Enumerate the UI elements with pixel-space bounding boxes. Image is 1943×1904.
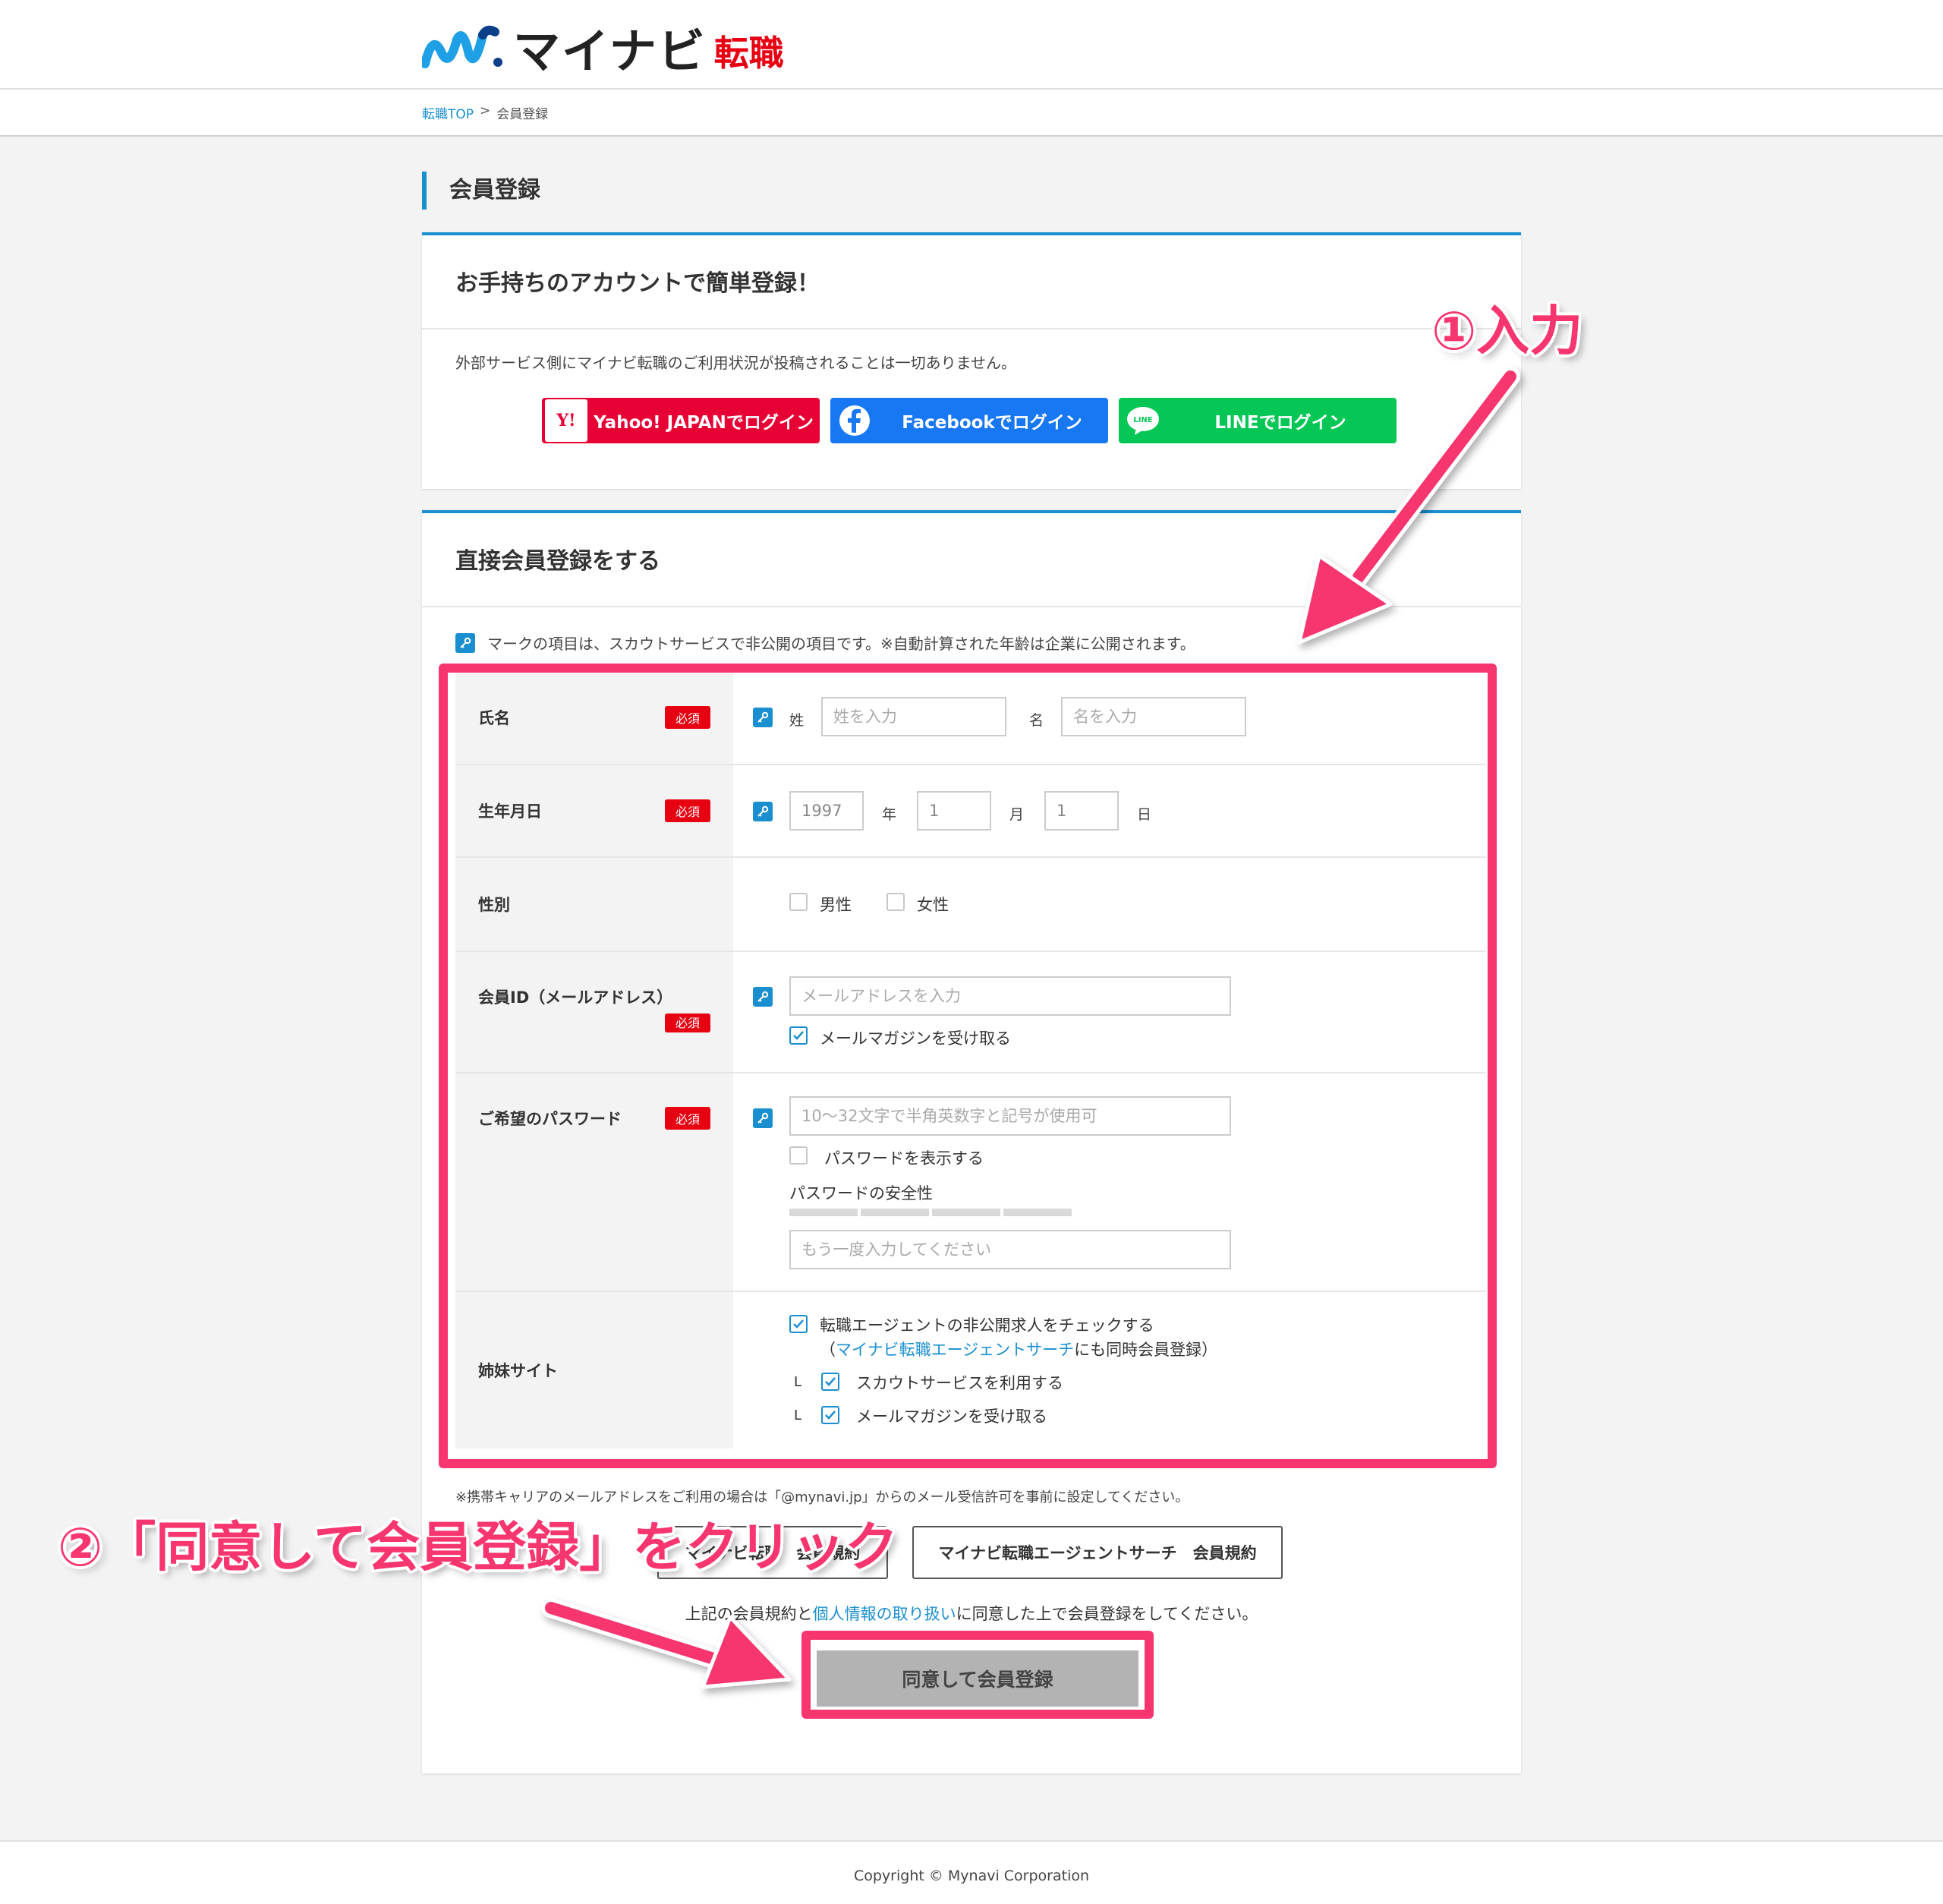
yahoo-login-button[interactable]: Y! Yahoo! JAPANでログイン	[542, 398, 820, 443]
sns-card-title: お手持ちのアカウントで簡単登録！	[422, 235, 1521, 329]
form-highlight-box	[439, 664, 1497, 1468]
copyright: Copyright © Mynavi Corporation	[853, 1868, 1090, 1884]
breadcrumb-home-link[interactable]: 転職TOP	[422, 103, 474, 122]
logo-sub: 転職	[713, 33, 784, 74]
step1-annotation: ①入力	[1431, 300, 1583, 362]
breadcrumb-current: 会員登録	[496, 107, 549, 122]
private-mark-note-text: マークの項目は、スカウトサービスで非公開の項目です。※自動計算された年齢は企業に…	[487, 635, 1195, 653]
privacy-policy-link[interactable]: 個人情報の取り扱い	[813, 1605, 956, 1623]
private-mark-note: マークの項目は、スカウトサービスで非公開の項目です。※自動計算された年齢は企業に…	[455, 632, 1195, 654]
sns-register-card: お手持ちのアカウントで簡単登録！ 外部サービス側にマイナビ転職のご利用状況が投稿…	[422, 232, 1521, 489]
facebook-icon	[833, 399, 876, 442]
direct-card-title: 直接会員登録をする	[422, 513, 1521, 607]
sns-note: 外部サービス側にマイナビ転職のご利用状況が投稿されることは一切ありません。	[455, 354, 1016, 372]
yahoo-icon: Y!	[545, 399, 587, 442]
mynavi-logo[interactable]: マイナビ 転職	[422, 17, 784, 79]
logo-mark-icon	[422, 25, 502, 68]
facebook-login-label: Facebookでログイン	[902, 413, 1082, 433]
breadcrumb: 転職TOP > 会員登録	[422, 103, 548, 122]
line-login-button[interactable]: LINE LINEでログイン	[1119, 398, 1397, 443]
breadcrumb-bar: 転職TOP > 会員登録	[0, 90, 1943, 137]
agent-search-terms-button[interactable]: マイナビ転職エージェントサーチ 会員規約	[912, 1526, 1283, 1579]
key-icon	[455, 632, 475, 653]
facebook-login-button[interactable]: Facebookでログイン	[830, 398, 1108, 443]
line-icon: LINE	[1122, 399, 1164, 442]
step2-annotation: ②「同意して会員登録」をクリック	[58, 1516, 899, 1578]
agree-note: 上記の会員規約と個人情報の取り扱いに同意した上で会員登録をしてください。	[685, 1605, 1258, 1623]
page-title: 会員登録	[422, 172, 540, 210]
breadcrumb-separator: >	[480, 103, 491, 118]
site-header: マイナビ 転職	[0, 0, 1943, 90]
sns-buttons: Y! Yahoo! JAPANでログイン Facebookでログイン LINE …	[542, 398, 1397, 443]
line-login-label: LINEでログイン	[1214, 413, 1346, 433]
logo-text: マイナビ	[513, 24, 707, 79]
mobile-carrier-footnote: ※携帯キャリアのメールアドレスをご利用の場合は「@mynavi.jp」からのメー…	[455, 1489, 1189, 1505]
svg-text:LINE: LINE	[1133, 416, 1152, 424]
submit-highlight-box	[801, 1631, 1154, 1719]
yahoo-login-label: Yahoo! JAPANでログイン	[594, 413, 814, 433]
site-footer: Copyright © Mynavi Corporation	[0, 1840, 1943, 1904]
